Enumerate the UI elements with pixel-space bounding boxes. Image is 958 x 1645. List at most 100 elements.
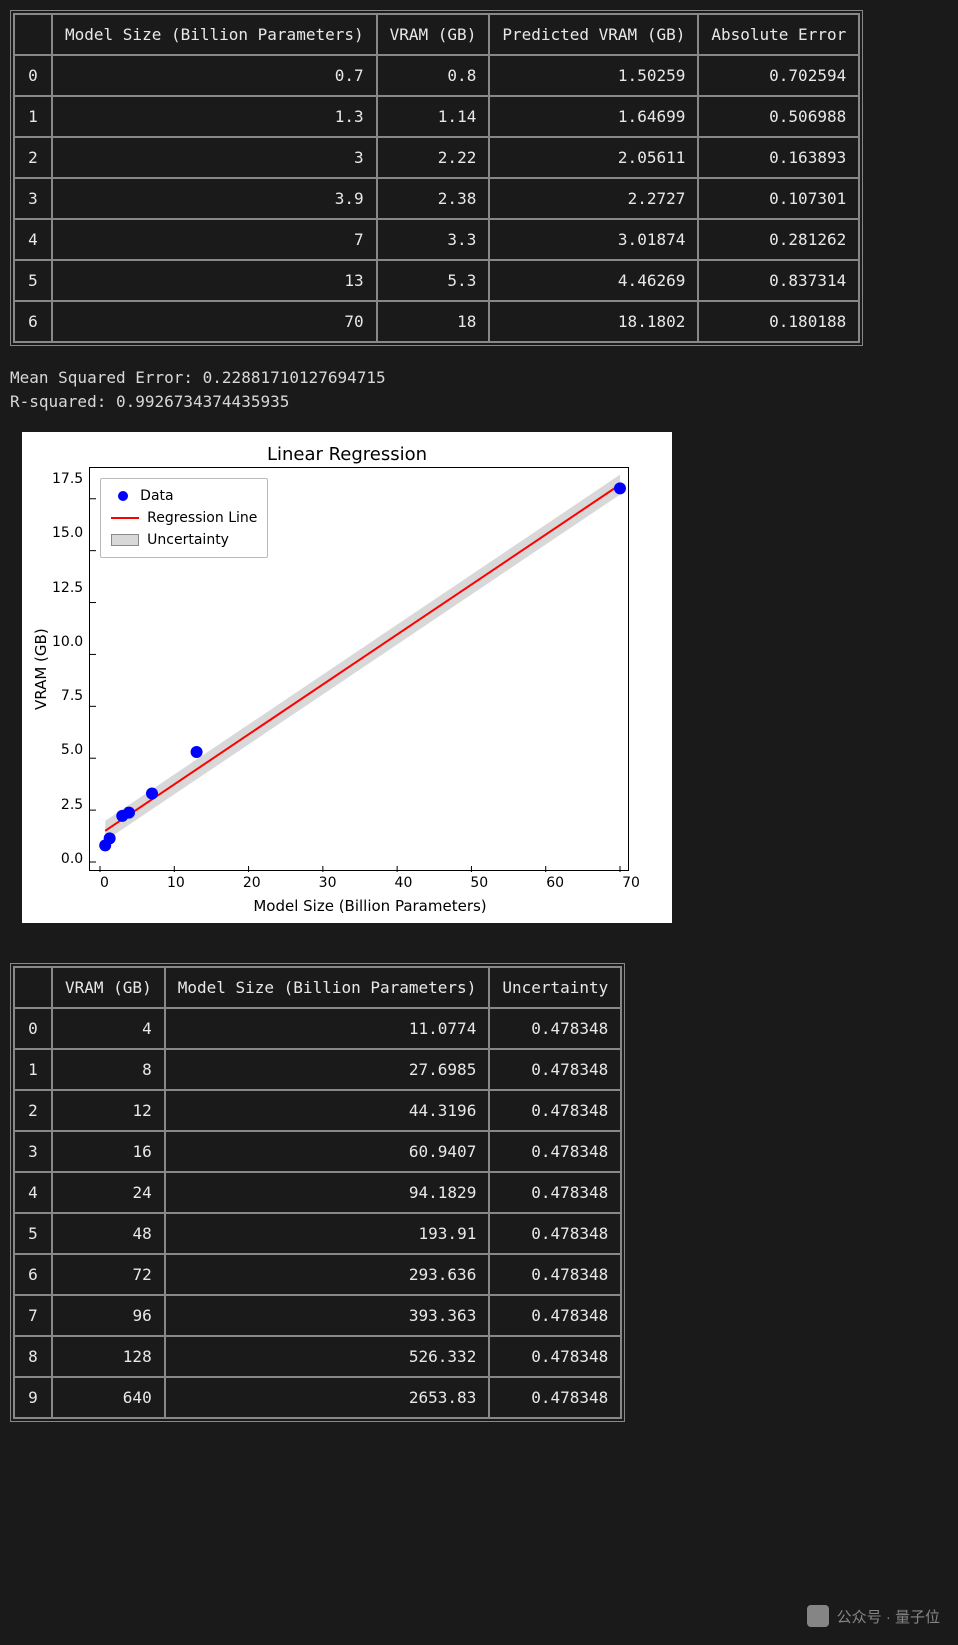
- table-row: 473.33.018740.281262: [14, 219, 859, 260]
- x-axis-label: Model Size (Billion Parameters): [100, 891, 640, 915]
- y-ticks: 17.5 15.0 12.5 10.0 7.5 5.0 2.5 0.0: [52, 467, 89, 871]
- column-header: Predicted VRAM (GB): [489, 14, 698, 55]
- table-row: 232.222.056110.163893: [14, 137, 859, 178]
- table-row: 548193.910.478348: [14, 1213, 621, 1254]
- column-header: Absolute Error: [698, 14, 859, 55]
- x-tick-label: 40: [395, 875, 413, 891]
- row-index: 0: [14, 1008, 52, 1049]
- table-row: 1827.69850.478348: [14, 1049, 621, 1090]
- cell-value: 0.7: [52, 55, 377, 96]
- cell-value: 0.281262: [698, 219, 859, 260]
- cell-value: 11.0774: [165, 1008, 490, 1049]
- row-index: 4: [14, 1172, 52, 1213]
- row-index: 6: [14, 301, 52, 342]
- chart-title: Linear Regression: [30, 444, 664, 465]
- table: VRAM (GB)Model Size (Billion Parameters)…: [10, 963, 625, 1422]
- y-tick-label: 15.0: [52, 525, 83, 541]
- row-index: 0: [14, 55, 52, 96]
- r2-text: R-squared: 0.9926734374435935: [10, 390, 948, 414]
- column-header: Uncertainty: [489, 967, 621, 1008]
- x-tick-label: 30: [319, 875, 337, 891]
- y-tick-label: 10.0: [52, 634, 83, 650]
- row-index: 2: [14, 1090, 52, 1131]
- column-header: VRAM (GB): [377, 14, 490, 55]
- watermark: 公众号 · 量子位: [807, 1605, 940, 1627]
- cell-value: 0.478348: [489, 1213, 621, 1254]
- cell-value: 2653.83: [165, 1377, 490, 1418]
- cell-value: 94.1829: [165, 1172, 490, 1213]
- cell-value: 0.478348: [489, 1254, 621, 1295]
- cell-value: 1.3: [52, 96, 377, 137]
- y-axis-label: VRAM (GB): [30, 467, 52, 871]
- x-tick-label: 60: [546, 875, 564, 891]
- legend-marker-band: [111, 534, 139, 546]
- y-tick-label: 5.0: [61, 742, 83, 758]
- table-row: 6701818.18020.180188: [14, 301, 859, 342]
- cell-value: 0.107301: [698, 178, 859, 219]
- legend-label: Data: [140, 488, 173, 504]
- cell-value: 3.01874: [489, 219, 698, 260]
- cell-value: 0.478348: [489, 1336, 621, 1377]
- cell-value: 18: [377, 301, 490, 342]
- watermark-text: 公众号 · 量子位: [837, 1606, 940, 1627]
- cell-value: 3: [52, 137, 377, 178]
- x-tick-label: 0: [100, 875, 109, 891]
- row-index: 3: [14, 1131, 52, 1172]
- cell-value: 12: [52, 1090, 165, 1131]
- cell-value: 2.2727: [489, 178, 698, 219]
- row-index: 5: [14, 260, 52, 301]
- cell-value: 393.363: [165, 1295, 490, 1336]
- row-index: 1: [14, 96, 52, 137]
- row-index: 4: [14, 219, 52, 260]
- cell-value: 0.478348: [489, 1172, 621, 1213]
- cell-value: 70: [52, 301, 377, 342]
- cell-value: 44.3196: [165, 1090, 490, 1131]
- cell-value: 96: [52, 1295, 165, 1336]
- results-table-2: VRAM (GB)Model Size (Billion Parameters)…: [10, 963, 948, 1422]
- cell-value: 0.837314: [698, 260, 859, 301]
- cell-value: 16: [52, 1131, 165, 1172]
- table-row: 11.31.141.646990.506988: [14, 96, 859, 137]
- wechat-icon: [807, 1605, 829, 1627]
- cell-value: 1.64699: [489, 96, 698, 137]
- row-index: 2: [14, 137, 52, 178]
- row-index: 5: [14, 1213, 52, 1254]
- row-index: 1: [14, 1049, 52, 1090]
- table-row: 0411.07740.478348: [14, 1008, 621, 1049]
- table-row: 796393.3630.478348: [14, 1295, 621, 1336]
- cell-value: 1.50259: [489, 55, 698, 96]
- x-tick-label: 70: [622, 875, 640, 891]
- y-tick-label: 7.5: [61, 688, 83, 704]
- table-row: 672293.6360.478348: [14, 1254, 621, 1295]
- cell-value: 24: [52, 1172, 165, 1213]
- cell-value: 0.702594: [698, 55, 859, 96]
- cell-value: 1.14: [377, 96, 490, 137]
- x-tick-label: 10: [167, 875, 185, 891]
- cell-value: 0.506988: [698, 96, 859, 137]
- y-tick-label: 0.0: [61, 851, 83, 867]
- column-header: Model Size (Billion Parameters): [165, 967, 490, 1008]
- cell-value: 0.478348: [489, 1295, 621, 1336]
- cell-value: 293.636: [165, 1254, 490, 1295]
- cell-value: 5.3: [377, 260, 490, 301]
- table: Model Size (Billion Parameters)VRAM (GB)…: [10, 10, 863, 346]
- cell-value: 4.46269: [489, 260, 698, 301]
- legend-label: Uncertainty: [147, 532, 229, 548]
- mse-text: Mean Squared Error: 0.22881710127694715: [10, 366, 948, 390]
- table-row: 42494.18290.478348: [14, 1172, 621, 1213]
- table-row: 21244.31960.478348: [14, 1090, 621, 1131]
- cell-value: 0.478348: [489, 1049, 621, 1090]
- table-row: 96402653.830.478348: [14, 1377, 621, 1418]
- cell-value: 526.332: [165, 1336, 490, 1377]
- cell-value: 2.22: [377, 137, 490, 178]
- cell-value: 0.478348: [489, 1377, 621, 1418]
- y-tick-label: 12.5: [52, 580, 83, 596]
- y-tick-label: 17.5: [52, 471, 83, 487]
- plot-area: Data Regression Line Uncertainty: [89, 467, 629, 871]
- legend-marker-line: [111, 517, 139, 519]
- x-tick-label: 20: [243, 875, 261, 891]
- y-tick-label: 2.5: [61, 797, 83, 813]
- cell-value: 0.478348: [489, 1090, 621, 1131]
- cell-value: 640: [52, 1377, 165, 1418]
- cell-value: 2.38: [377, 178, 490, 219]
